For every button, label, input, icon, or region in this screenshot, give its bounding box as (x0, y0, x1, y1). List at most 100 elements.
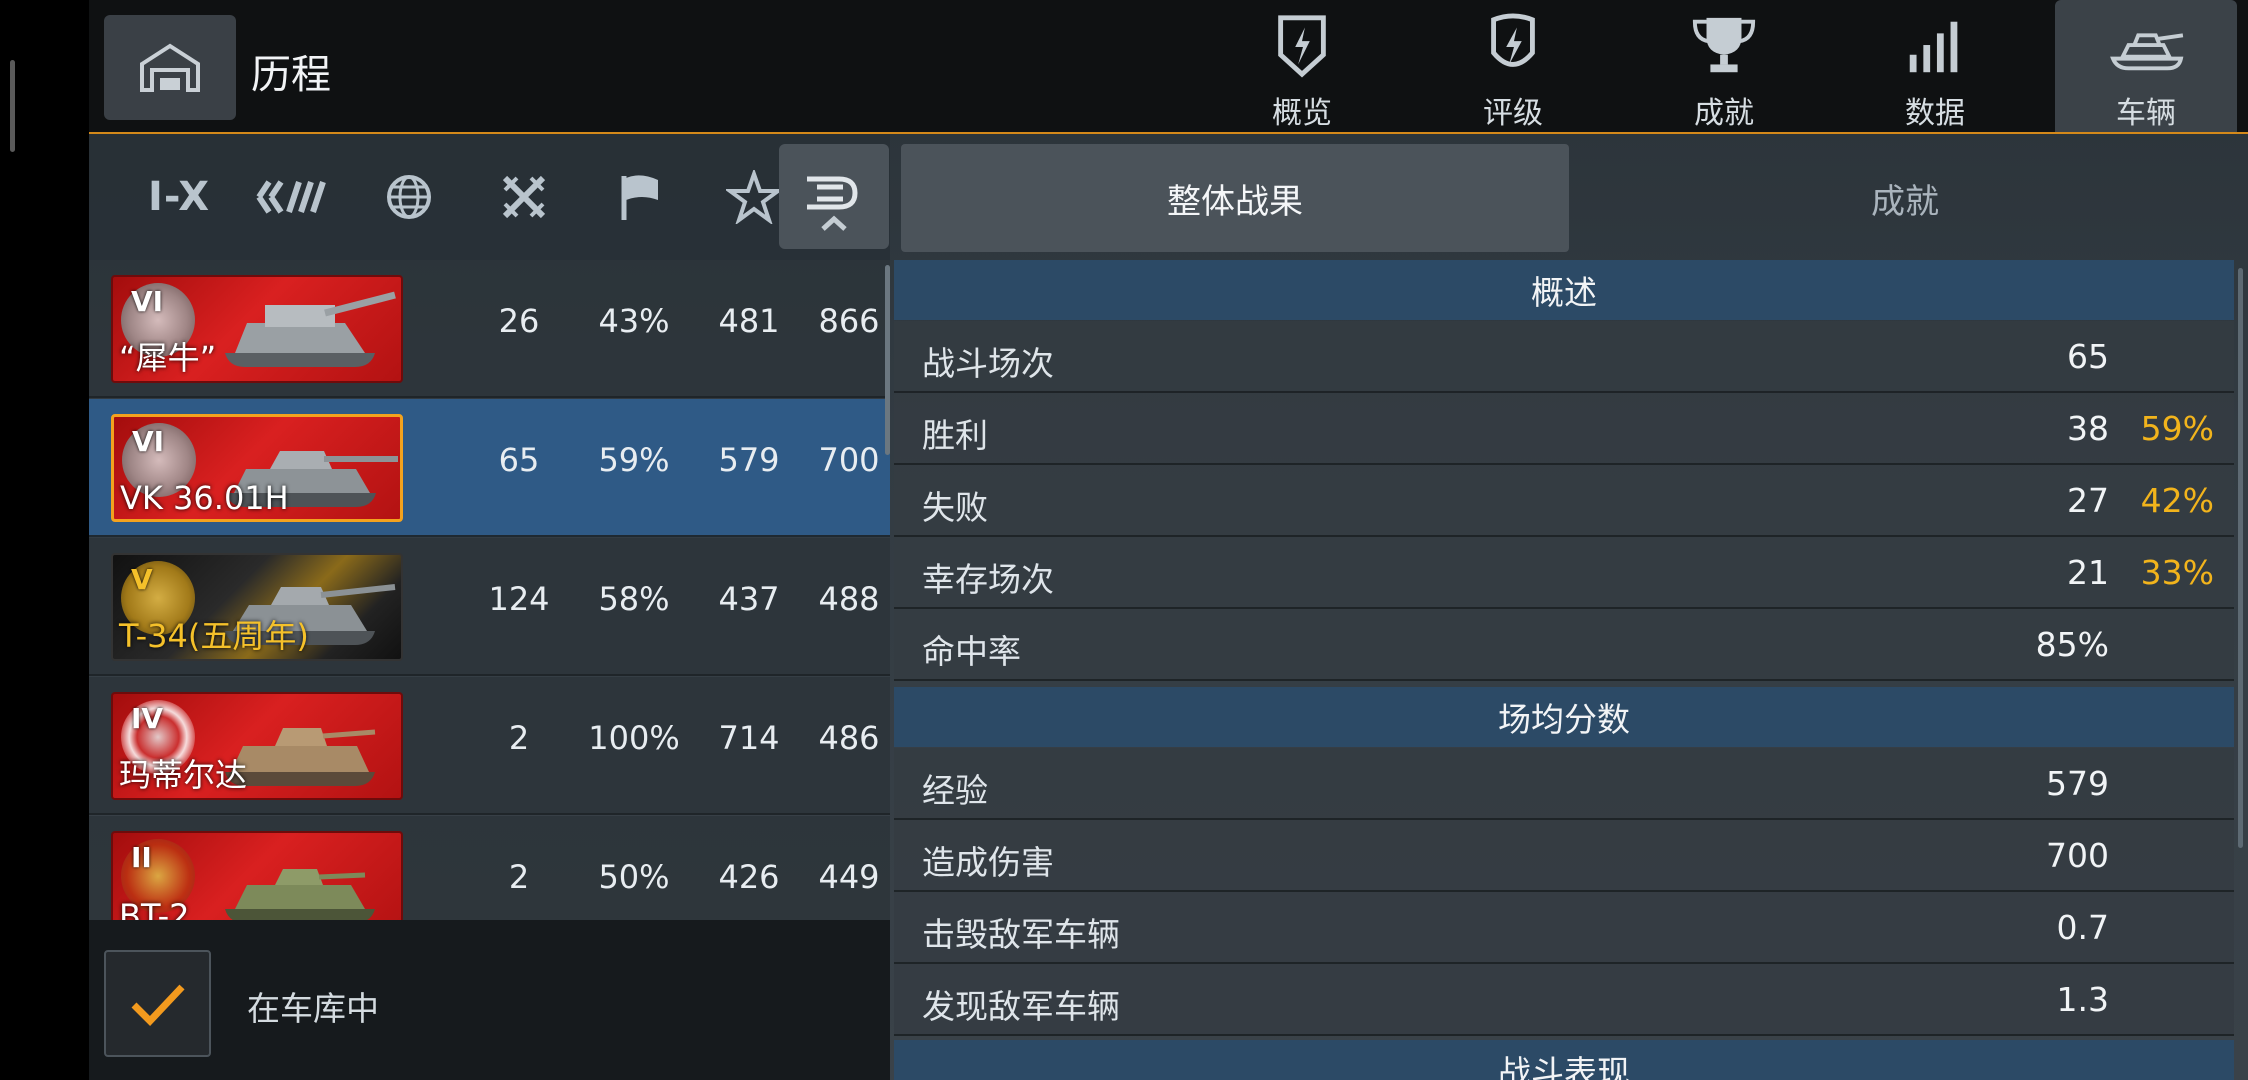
vehicle-tier: II (131, 841, 152, 874)
vehicle-card: VI “犀牛” (111, 275, 403, 383)
sort-icon (807, 176, 858, 231)
vehicle-name: VK 36.01H (120, 479, 289, 517)
vehicle-row[interactable]: IV 玛蒂尔达 2 100% 714 486 (89, 677, 890, 815)
vehicle-avg-damage: 449 (818, 858, 880, 896)
vehicle-avg-exp: 426 (718, 858, 780, 896)
vehicle-tier: IV (131, 702, 164, 735)
tab-statistics-label: 数据 (1905, 96, 1965, 131)
vehicle-tier: VI (132, 425, 165, 458)
vehicle-row[interactable]: V T-34(五周年) 124 58% 437 488 (89, 538, 890, 676)
vehicle-battles: 65 (498, 441, 540, 479)
class-filter-button[interactable] (239, 144, 349, 249)
tab-rating-label: 评级 (1483, 96, 1543, 131)
stat-row-defeats: 失败 27 42% (894, 465, 2234, 537)
section-header-performance: 战斗表现 (894, 1040, 2234, 1080)
home-button[interactable] (104, 15, 236, 120)
vehicle-avg-damage: 486 (818, 719, 880, 757)
vehicle-name: T-34(五周年) (119, 617, 309, 655)
stat-row-destroyed: 击毁敌军车辆 0.7 (894, 892, 2234, 964)
sort-button[interactable] (779, 144, 889, 249)
vehicle-avg-damage: 866 (818, 302, 880, 340)
tab-overview[interactable]: 概览 (1211, 0, 1393, 132)
screen-edge (0, 0, 89, 1080)
stat-value: 65 (2067, 337, 2109, 376)
system-scroll-indicator (10, 60, 15, 152)
vehicle-row[interactable]: II BT-2 2 50% 426 449 (89, 816, 890, 920)
service-record-screen: 历程 概览 评级 成就 数据 车辆 I-X 整体战果 成就 VI “犀牛” 26… (89, 0, 2248, 1080)
vehicle-tier: V (131, 563, 153, 596)
stat-label: 经验 (922, 771, 988, 810)
tab-vehicles-label: 车辆 (2116, 96, 2176, 131)
stats-scrollbar[interactable] (2238, 268, 2243, 848)
vehicle-list-scrollbar[interactable] (885, 265, 890, 455)
stat-row-survived: 幸存场次 21 33% (894, 537, 2234, 609)
stat-label: 失败 (922, 488, 988, 527)
flag-icon (621, 174, 658, 220)
stat-label: 发现敌军车辆 (922, 987, 1120, 1026)
vehicle-filter-bar: I-X (89, 134, 890, 260)
vehicle-winrate: 43% (598, 302, 670, 340)
vehicle-avg-exp: 714 (718, 719, 780, 757)
stat-row-spotted: 发现敌军车辆 1.3 (894, 964, 2234, 1036)
vehicle-row-selected[interactable]: VI VK 36.01H 65 59% 579 700 (89, 399, 890, 537)
vehicle-winrate: 50% (598, 858, 670, 896)
segment-achievements[interactable]: 成就 (1571, 144, 2239, 252)
vehicle-winrate: 58% (598, 580, 670, 618)
stat-value: 21 (2067, 553, 2109, 592)
section-header-average: 场均分数 (894, 687, 2234, 747)
stat-value: 1.3 (2056, 980, 2109, 1019)
vehicle-card: II BT-2 (111, 831, 403, 920)
vehicle-stats-panel: 概述 战斗场次 65 胜利 38 59% 失败 27 42% 幸存场次 21 3… (894, 260, 2244, 1080)
globe-icon (387, 174, 431, 219)
crossed-swords-icon (502, 175, 546, 218)
vehicle-avg-damage: 488 (818, 580, 880, 618)
vehicle-name: 玛蒂尔达 (119, 756, 248, 794)
vehicle-tier: VI (131, 285, 164, 318)
stat-row-experience: 经验 579 (894, 748, 2234, 820)
stat-label: 造成伤害 (922, 843, 1054, 882)
garage-filter-bar: 在车库中 (89, 920, 890, 1080)
stat-label: 击毁敌军车辆 (922, 915, 1120, 954)
tier-filter-label: I-X (147, 173, 211, 220)
nation-filter-button[interactable] (354, 144, 464, 249)
section-header-overview: 概述 (894, 260, 2234, 320)
vehicle-card: VI VK 36.01H (111, 414, 403, 522)
stat-value: 85% (2035, 625, 2109, 664)
stat-label: 命中率 (922, 632, 1021, 671)
vehicle-name: BT-2 (119, 897, 190, 920)
tab-achievements[interactable]: 成就 (1633, 0, 1815, 132)
stat-percent: 59% (2140, 409, 2214, 448)
tab-rating[interactable]: 评级 (1422, 0, 1604, 132)
stat-percent: 42% (2140, 481, 2214, 520)
vehicle-avg-exp: 481 (718, 302, 780, 340)
tank-icon (2110, 33, 2184, 71)
tank-image (225, 869, 375, 920)
stat-value: 579 (2046, 764, 2109, 803)
in-garage-checkbox[interactable] (104, 950, 211, 1057)
stat-percent: 33% (2140, 553, 2214, 592)
tab-overview-label: 概览 (1272, 96, 1332, 131)
vehicle-class-icon (256, 179, 326, 214)
stat-value: 0.7 (2056, 908, 2109, 947)
stat-value: 27 (2067, 481, 2109, 520)
stat-label: 战斗场次 (922, 344, 1054, 383)
vehicle-battles: 2 (508, 858, 530, 896)
vehicle-card: V T-34(五周年) (111, 553, 403, 661)
tab-statistics[interactable]: 数据 (1844, 0, 2026, 132)
stat-label: 胜利 (922, 416, 988, 455)
type-filter-button[interactable] (469, 144, 579, 249)
tab-vehicles[interactable]: 车辆 (2055, 0, 2237, 132)
stat-row-damage: 造成伤害 700 (894, 820, 2234, 892)
vehicle-battles: 2 (508, 719, 530, 757)
tank-image (225, 291, 396, 367)
segment-overall-results[interactable]: 整体战果 (901, 144, 1569, 252)
checkmark-icon (131, 984, 185, 1026)
top-bar: 历程 概览 评级 成就 数据 车辆 (89, 0, 2248, 134)
tier-filter-button[interactable]: I-X (124, 144, 234, 249)
bar-signal-icon (1909, 21, 1958, 73)
page-title: 历程 (251, 52, 331, 98)
vehicle-name: “犀牛” (119, 339, 217, 377)
flag-filter-button[interactable] (584, 144, 694, 249)
vehicle-row[interactable]: VI “犀牛” 26 43% 481 866 (89, 260, 890, 398)
vehicle-avg-exp: 579 (718, 441, 780, 479)
